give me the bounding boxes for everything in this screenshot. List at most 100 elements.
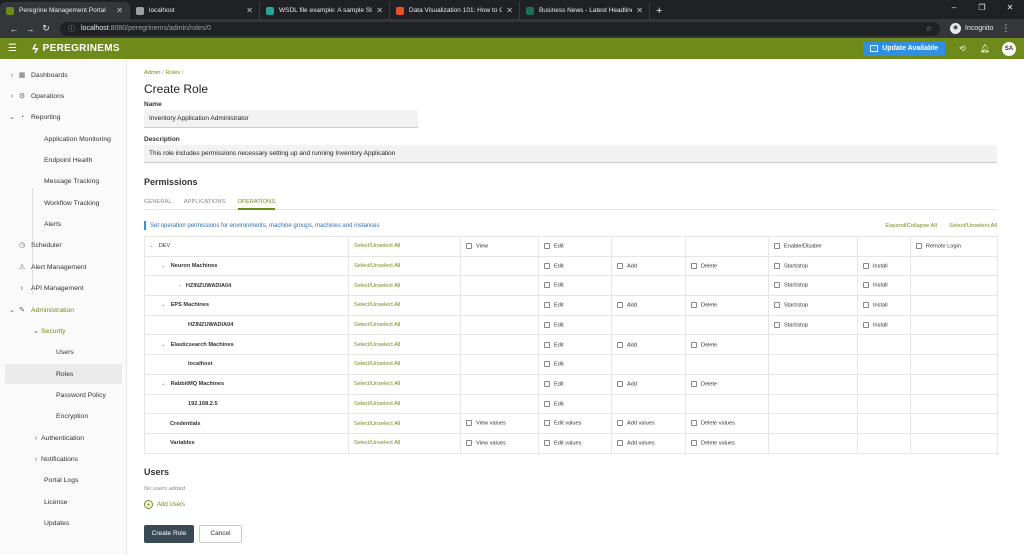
permission-cell[interactable]: Add [611,295,686,316]
sidebar-item-alerts[interactable]: Alerts [0,214,127,234]
permission-cell[interactable]: Edit [538,314,612,336]
chevron-down-icon[interactable]: ⌄ [7,306,17,314]
sidebar-item-administration[interactable]: ⌄ ✎ Administration [0,300,127,320]
permission-checkbox[interactable] [774,243,780,250]
permission-checkbox[interactable] [691,262,697,269]
sidebar-item-updates[interactable]: Updates [0,513,127,533]
permission-checkbox[interactable] [691,341,697,348]
row-select-unselect-all-link[interactable]: Select/Unselect All [348,413,461,434]
browser-menu-icon[interactable]: ⋮ [1001,23,1010,34]
permission-cell[interactable]: View [460,236,539,257]
row-select-unselect-all-link[interactable]: Select/Unselect All [348,373,461,395]
permission-checkbox[interactable] [617,380,623,387]
reload-icon[interactable]: ↻ [38,23,54,34]
sidebar-item-portal-logs[interactable]: Portal Logs [0,470,127,490]
permission-cell[interactable]: Start/stop [768,275,858,297]
sidebar-item-scheduler[interactable]: ◷ Scheduler [0,235,127,255]
row-select-unselect-all-link[interactable]: Select/Unselect All [348,295,461,316]
browser-tab[interactable]: Data Visualization 101: How to Ch ✕ [390,2,520,19]
permission-cell[interactable]: Edit [538,295,612,316]
permission-checkbox[interactable] [466,439,472,446]
browser-tab[interactable]: WSDL file example: A sample SOAP ✕ [260,2,390,19]
permission-cell[interactable]: Install [857,255,911,277]
permission-cell[interactable]: Delete values [685,432,769,454]
sidebar-item-message-tracking[interactable]: Message Tracking [0,171,127,191]
permission-checkbox[interactable] [544,400,550,407]
breadcrumb-admin[interactable]: Admin [144,70,160,76]
permission-checkbox[interactable] [774,282,780,289]
permission-cell[interactable]: Edit [538,354,612,375]
permission-checkbox[interactable] [774,321,780,328]
row-select-unselect-all-link[interactable]: Select/Unselect All [348,354,461,375]
permission-checkbox[interactable] [617,302,623,309]
permission-cell[interactable]: Enable/Disable [768,236,858,257]
sidebar-item-workflow-tracking[interactable]: Workflow Tracking [0,193,127,213]
permission-cell[interactable]: Add [611,255,686,277]
forward-icon[interactable]: → [22,24,38,34]
brand-logo[interactable]: ϟ PEREGRINEMS [32,42,120,56]
chevron-down-icon[interactable]: ⌄ [161,381,166,387]
row-select-unselect-all-link[interactable]: Select/Unselect All [348,236,461,257]
permission-checkbox[interactable] [863,302,869,309]
select-unselect-all-link[interactable]: Select/Unselect All [949,223,997,229]
permission-cell[interactable]: Add values [611,413,686,434]
row-select-unselect-all-link[interactable]: Select/Unselect All [348,432,461,454]
sidebar-item-license[interactable]: License [0,492,127,512]
close-window-icon[interactable]: ✕ [996,0,1024,15]
new-tab-button[interactable]: + [650,5,668,19]
chevron-down-icon[interactable]: ⌄ [7,113,17,121]
close-tab-icon[interactable]: ✕ [636,6,643,15]
sidebar-item-security[interactable]: ⌄ Security [0,321,127,341]
hamburger-menu-icon[interactable]: ☰ [8,43,24,54]
row-select-unselect-all-link[interactable]: Select/Unselect All [348,334,461,356]
row-select-unselect-all-link[interactable]: Select/Unselect All [348,275,461,297]
restore-icon[interactable]: ❐ [968,0,996,15]
permission-cell[interactable]: View values [460,432,539,454]
permission-checkbox[interactable] [617,341,623,348]
chevron-right-icon[interactable]: › [31,456,41,463]
row-select-unselect-all-link[interactable]: Select/Unselect All [348,314,461,336]
close-tab-icon[interactable]: ✕ [246,6,253,15]
sidebar-item-users[interactable]: Users [0,342,127,362]
tab-operations[interactable]: OPERATIONS [237,198,276,210]
sidebar-item-application-monitoring[interactable]: Application Monitoring [0,129,127,149]
create-role-button[interactable]: Create Role [144,525,194,543]
permission-cell[interactable]: Install [857,275,911,297]
permission-checkbox[interactable] [863,321,869,328]
permission-cell[interactable]: Edit [538,373,612,395]
avatar[interactable]: SA [1002,41,1016,56]
sidebar-item-authentication[interactable]: › Authentication [0,428,127,448]
history-icon[interactable]: ⟲ [959,44,966,53]
permission-checkbox[interactable] [544,439,550,446]
back-icon[interactable]: ← [6,24,22,34]
permission-checkbox[interactable] [466,243,472,250]
permission-checkbox[interactable] [691,439,697,446]
sidebar-item-operations[interactable]: › ⚙ Operations [0,86,127,106]
chevron-right-icon[interactable]: › [7,93,17,100]
sidebar-item-reporting[interactable]: ⌄ ◔ Reporting [0,107,127,127]
permission-checkbox[interactable] [691,380,697,387]
permission-cell[interactable]: Edit [538,236,612,257]
permission-cell[interactable]: Edit values [538,413,612,434]
permission-checkbox[interactable] [863,262,869,269]
row-select-unselect-all-link[interactable]: Select/Unselect All [348,393,461,415]
tab-general[interactable]: GENERAL [144,198,172,210]
sidebar-item-roles[interactable]: Roles [5,364,122,384]
bell-icon[interactable]: 🔔︎ [980,44,990,53]
permission-checkbox[interactable] [544,282,550,289]
close-tab-icon[interactable]: ✕ [116,6,123,15]
permission-cell[interactable]: Add [611,334,686,356]
permission-cell[interactable]: Install [857,314,911,336]
permission-cell[interactable]: Edit [538,255,612,277]
sidebar-item-encryption[interactable]: Encryption [0,406,127,426]
permission-checkbox[interactable] [916,243,922,250]
star-icon[interactable]: ☆ [926,25,932,33]
permission-cell[interactable]: Delete [685,373,769,395]
sidebar-item-api-management[interactable]: ♁ API Management [0,278,127,298]
permission-cell[interactable]: Start/stop [768,255,858,277]
permission-cell[interactable]: Edit [538,393,612,415]
chevron-down-icon[interactable]: ⌄ [161,263,166,269]
permission-cell[interactable]: Delete [685,334,769,356]
chevron-down-icon[interactable]: ⌄ [161,342,166,348]
chevron-down-icon[interactable]: ⌄ [161,302,166,308]
